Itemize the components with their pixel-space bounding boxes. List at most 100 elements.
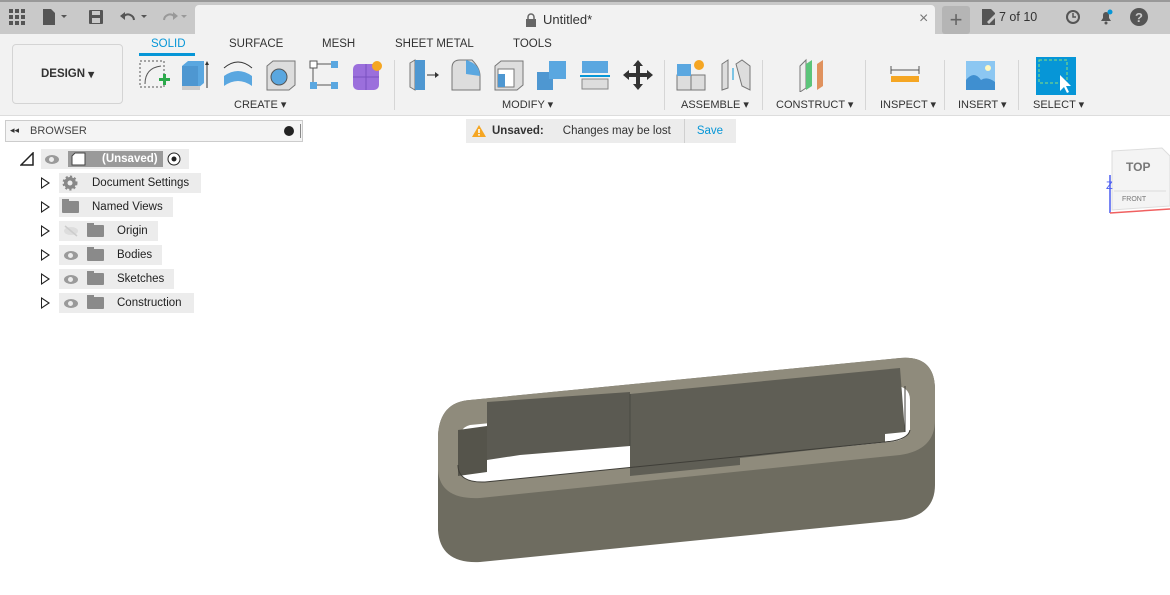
item-label: Named Views: [92, 201, 163, 213]
revolve-icon[interactable]: [220, 58, 254, 92]
expand-root-icon[interactable]: [20, 152, 34, 166]
tab-surface[interactable]: SURFACE: [229, 38, 283, 50]
item-label: Bodies: [117, 249, 153, 261]
offset-face-icon[interactable]: [578, 58, 612, 92]
browser-item-sketches[interactable]: Sketches: [59, 269, 174, 289]
divider: [944, 60, 945, 110]
folder-icon: [87, 247, 104, 261]
pattern-icon[interactable]: [307, 58, 341, 92]
move-copy-icon[interactable]: [621, 58, 655, 92]
activate-radio-icon[interactable]: [167, 152, 181, 166]
root-label: (Unsaved): [102, 153, 158, 165]
root-label-highlight: (Unsaved): [68, 151, 163, 167]
z-axis-label: Z: [1106, 180, 1113, 192]
divider: [762, 60, 763, 110]
tab-mesh[interactable]: MESH: [322, 38, 355, 50]
viewcube-shape: [1109, 147, 1170, 214]
apps-grid-icon[interactable]: [8, 8, 26, 26]
browser-item-document-settings[interactable]: Document Settings: [59, 173, 201, 193]
expand-arrow-icon[interactable]: [41, 249, 50, 261]
combine-icon[interactable]: [535, 58, 569, 92]
viewcube[interactable]: TOP FRONT Z: [1104, 143, 1170, 218]
tab-tools[interactable]: TOOLS: [513, 38, 552, 50]
viewcube-front-label[interactable]: FRONT: [1122, 196, 1146, 203]
document-title: Untitled*: [543, 12, 593, 27]
job-status-clock-icon[interactable]: [1064, 8, 1082, 26]
3d-model-body[interactable]: [430, 350, 945, 570]
joint-icon[interactable]: [719, 58, 753, 92]
unsaved-label: Unsaved:: [492, 125, 544, 137]
file-menu-icon[interactable]: [40, 7, 72, 27]
close-tab-icon[interactable]: ×: [919, 10, 928, 28]
unsaved-message: Changes may be lost: [562, 125, 671, 137]
divider: [865, 60, 866, 110]
browser-item-construction[interactable]: Construction: [59, 293, 194, 313]
item-label: Sketches: [117, 273, 165, 285]
browser-item-origin[interactable]: Origin: [59, 221, 158, 241]
new-component-icon[interactable]: [675, 58, 709, 92]
visibility-eye-icon[interactable]: [45, 154, 59, 164]
insert-image-icon[interactable]: [964, 58, 998, 92]
fillet-icon[interactable]: [449, 58, 483, 92]
create-form-icon[interactable]: [350, 58, 384, 92]
browser-item-named-views[interactable]: Named Views: [59, 197, 173, 217]
tab-solid[interactable]: SOLID: [151, 38, 186, 50]
construct-menu[interactable]: CONSTRUCT ▾: [776, 98, 853, 111]
undo-icon[interactable]: [118, 7, 150, 27]
gear-icon: [62, 175, 78, 191]
hole-icon[interactable]: [264, 58, 298, 92]
visibility-eye-icon[interactable]: [64, 250, 78, 260]
create-menu[interactable]: CREATE ▾: [234, 98, 286, 111]
extrude-icon[interactable]: [178, 58, 212, 92]
measure-icon[interactable]: [888, 58, 922, 92]
save-button[interactable]: Save: [697, 125, 723, 137]
visibility-eye-icon[interactable]: [64, 274, 78, 284]
browser-title: BROWSER: [30, 125, 87, 137]
shell-icon[interactable]: [492, 58, 526, 92]
divider: [1018, 60, 1019, 110]
divider: [683, 119, 685, 143]
expand-arrow-icon[interactable]: [41, 177, 50, 189]
folder-icon: [87, 271, 104, 285]
divider: [664, 60, 665, 110]
press-pull-icon[interactable]: [407, 58, 441, 92]
workspace-switcher[interactable]: DESIGN ▾: [12, 44, 123, 104]
expand-arrow-icon[interactable]: [41, 225, 50, 237]
inspect-menu[interactable]: INSPECT ▾: [880, 98, 936, 111]
folder-icon: [62, 199, 79, 213]
lock-icon: [524, 12, 538, 28]
collapse-browser-icon[interactable]: ◂◂: [10, 125, 19, 136]
browser-minimize-icon[interactable]: [284, 126, 294, 136]
component-icon: [71, 152, 86, 166]
workspace-label: DESIGN: [40, 68, 86, 80]
expand-arrow-icon[interactable]: [41, 297, 50, 309]
redo-icon[interactable]: [158, 7, 190, 27]
new-tab-icon[interactable]: +: [942, 6, 970, 34]
unsaved-banner: Unsaved: Changes may be lost Save: [466, 119, 736, 143]
version-icon[interactable]: [980, 8, 998, 26]
expand-arrow-icon[interactable]: [41, 201, 50, 213]
insert-menu[interactable]: INSERT ▾: [958, 98, 1007, 111]
folder-icon: [87, 223, 104, 237]
save-icon[interactable]: [86, 7, 106, 27]
assemble-menu[interactable]: ASSEMBLE ▾: [681, 98, 749, 111]
hidden-eye-icon[interactable]: [63, 225, 79, 237]
visibility-eye-icon[interactable]: [64, 298, 78, 308]
active-tab-underline: [139, 53, 195, 56]
construction-plane-icon[interactable]: [796, 58, 830, 92]
help-icon[interactable]: ?: [1130, 8, 1148, 26]
modify-menu[interactable]: MODIFY ▾: [502, 98, 553, 111]
viewcube-top-label[interactable]: TOP: [1126, 160, 1150, 174]
browser-item-bodies[interactable]: Bodies: [59, 245, 162, 265]
notifications-bell-icon[interactable]: [1097, 8, 1115, 26]
select-icon[interactable]: [1036, 57, 1076, 95]
tab-sheet-metal[interactable]: SHEET METAL: [395, 38, 474, 50]
warning-icon: [472, 125, 486, 137]
folder-icon: [87, 295, 104, 309]
select-menu[interactable]: SELECT ▾: [1033, 98, 1084, 111]
expand-arrow-icon[interactable]: [41, 273, 50, 285]
browser-root-item[interactable]: (Unsaved): [41, 149, 189, 169]
create-sketch-icon[interactable]: [137, 58, 171, 92]
browser-resize-handle[interactable]: [300, 124, 301, 138]
version-label[interactable]: 7 of 10: [999, 10, 1037, 24]
